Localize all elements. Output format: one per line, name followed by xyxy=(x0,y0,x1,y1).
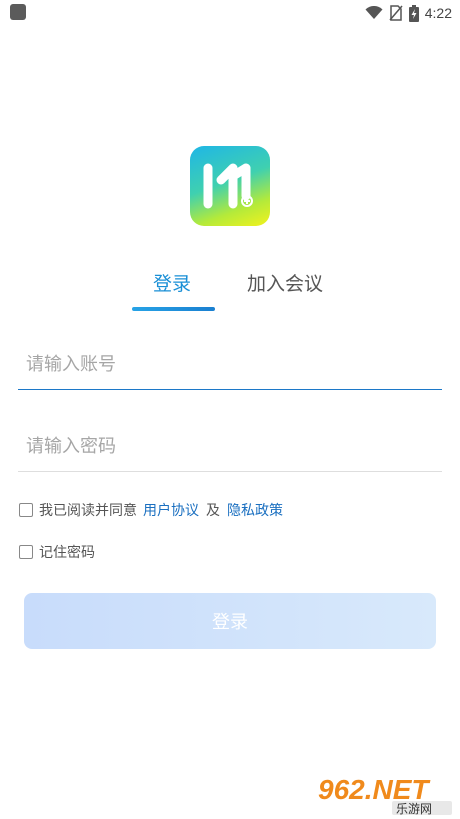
login-button[interactable]: 登录 xyxy=(24,593,436,649)
agreement-conjunction: 及 xyxy=(206,503,220,519)
password-field xyxy=(18,422,442,472)
watermark-subtext: 乐游网 xyxy=(396,802,432,815)
app-logo-icon xyxy=(190,146,270,226)
status-icons: 4:22 xyxy=(365,2,452,24)
account-input[interactable] xyxy=(18,340,442,389)
status-bar: 4:22 xyxy=(0,0,460,26)
status-time: 4:22 xyxy=(424,5,452,21)
user-agreement-link[interactable]: 用户协议 xyxy=(143,500,199,520)
remember-password-label: 记住密码 xyxy=(39,545,95,561)
agreement-row: 我已阅读并同意 用户协议 及 隐私政策 xyxy=(19,500,283,520)
agreement-prefix: 我已阅读并同意 xyxy=(39,503,137,519)
active-tab-indicator xyxy=(132,307,215,311)
privacy-policy-link[interactable]: 隐私政策 xyxy=(227,500,283,520)
watermark-logo: 962.NET 乐游网 xyxy=(318,774,452,815)
tab-join-meeting[interactable]: 加入会议 xyxy=(247,269,323,296)
tab-login[interactable]: 登录 xyxy=(153,269,191,296)
agreement-checkbox[interactable] xyxy=(19,503,33,517)
remember-password-checkbox[interactable] xyxy=(19,545,33,559)
watermark-text: 962.NET xyxy=(318,774,431,805)
app-notification-icon xyxy=(10,4,26,20)
remember-password-row[interactable]: 记住密码 xyxy=(19,542,95,562)
password-input[interactable] xyxy=(18,422,442,471)
battery-charging-icon xyxy=(408,4,419,22)
account-field xyxy=(18,340,442,390)
wifi-icon xyxy=(365,6,383,19)
no-sim-icon xyxy=(389,5,403,21)
